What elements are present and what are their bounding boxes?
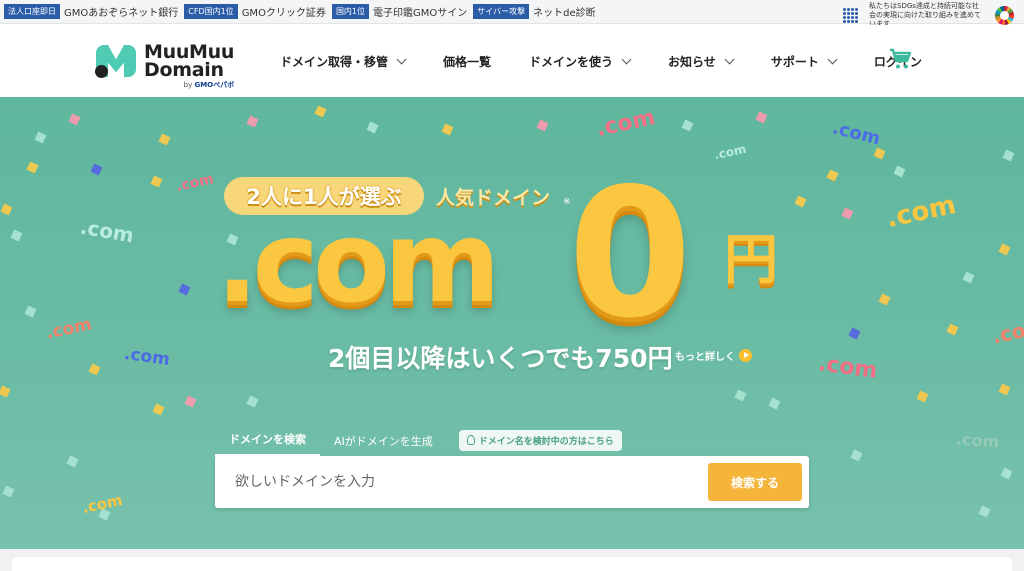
- content-card: [12, 557, 1012, 571]
- search-tabs: ドメインを検索 AIがドメインを生成 ドメイン名を検討中の方はこちら: [215, 427, 622, 457]
- com-decor: .com: [816, 350, 879, 385]
- promo-bank[interactable]: 法人口座即日 GMOあおぞらネット銀行: [4, 4, 178, 19]
- com-decor: .com: [830, 117, 883, 150]
- muumuu-logo[interactable]: MuuMuu Domain by GMOペパボ: [94, 43, 234, 90]
- gmo-group-bar: 法人口座即日 GMOあおぞらネット銀行 CFD国内1位 GMOクリック証券 国内…: [0, 0, 1024, 28]
- chevron-down-icon: [724, 54, 735, 64]
- site-header: MuuMuu Domain by GMOペパボ ドメイン取得・移管 価格一覧 ド…: [0, 25, 1024, 97]
- promo-link[interactable]: ネットde診断: [533, 4, 596, 19]
- cart-icon[interactable]: [888, 47, 912, 71]
- com-decor: .com: [594, 105, 658, 142]
- chevron-down-icon: [827, 54, 838, 64]
- nav-support[interactable]: サポート: [771, 53, 838, 70]
- more-details-link[interactable]: もっと詳しく: [675, 348, 752, 363]
- main-nav: ドメイン取得・移管 価格一覧 ドメインを使う お知らせ サポート ログイン: [280, 25, 960, 97]
- com-decor: .com: [78, 214, 136, 248]
- com-decor: .com: [122, 343, 172, 371]
- logo-line2: Domain: [144, 59, 224, 81]
- chevron-down-icon: [621, 54, 632, 64]
- promo-diagnosis[interactable]: サイバー攻撃 ネットde診断: [473, 4, 596, 19]
- com-decor: .com: [883, 190, 959, 234]
- lightbulb-icon: [466, 435, 475, 445]
- com-decor: .com: [174, 171, 216, 195]
- tab-domain-search[interactable]: ドメインを検索: [215, 427, 320, 457]
- zero-price: 0: [568, 150, 692, 357]
- domain-search-input[interactable]: [235, 468, 695, 496]
- promo-tag: 国内1位: [331, 4, 370, 19]
- hero-banner: .com .com .com .com .com .com .com .com …: [0, 97, 1024, 549]
- price-subline: 2個目以降はいくつでも750円: [328, 344, 673, 373]
- com-decor: .com: [44, 314, 94, 344]
- grid-icon[interactable]: [843, 7, 859, 24]
- nav-use-domain[interactable]: ドメインを使う: [529, 53, 632, 70]
- promo-tag: CFD国内1位: [184, 4, 238, 19]
- com-decor: .com: [712, 141, 748, 163]
- com-decor: .com: [955, 429, 1000, 452]
- domain-search-box: 検索する: [215, 456, 809, 508]
- arrow-right-icon: [739, 349, 752, 362]
- logo-by: by GMOペパボ: [183, 81, 235, 89]
- logo-m-icon: [94, 43, 138, 83]
- yen-mark: 円: [724, 228, 778, 291]
- promo-tag: 法人口座即日: [4, 4, 60, 19]
- com-decor: .com: [990, 313, 1024, 349]
- promo-link[interactable]: 電子印鑑GMOサイン: [373, 4, 467, 19]
- promo-securities[interactable]: CFD国内1位 GMOクリック証券: [184, 4, 326, 19]
- content-below: [0, 549, 1024, 571]
- sdgs-wheel-icon: [995, 6, 1014, 25]
- chevron-down-icon: [396, 54, 407, 64]
- promo-tag: サイバー攻撃: [473, 4, 530, 19]
- domain-hint-link[interactable]: ドメイン名を検討中の方はこちら: [458, 429, 622, 451]
- tab-ai-generate[interactable]: AIがドメインを生成: [320, 429, 447, 456]
- dot-com-headline: .com: [216, 198, 501, 328]
- nav-price-list[interactable]: 価格一覧: [443, 53, 491, 70]
- nav-news[interactable]: お知らせ: [668, 53, 735, 70]
- nav-domain-acquire[interactable]: ドメイン取得・移管: [280, 53, 407, 70]
- promo-sign[interactable]: 国内1位 電子印鑑GMOサイン: [331, 4, 467, 19]
- com-decor: .com: [80, 490, 124, 518]
- promo-link[interactable]: GMOクリック証券: [242, 4, 326, 19]
- promo-link[interactable]: GMOあおぞらネット銀行: [64, 4, 178, 19]
- search-button[interactable]: 検索する: [708, 463, 802, 501]
